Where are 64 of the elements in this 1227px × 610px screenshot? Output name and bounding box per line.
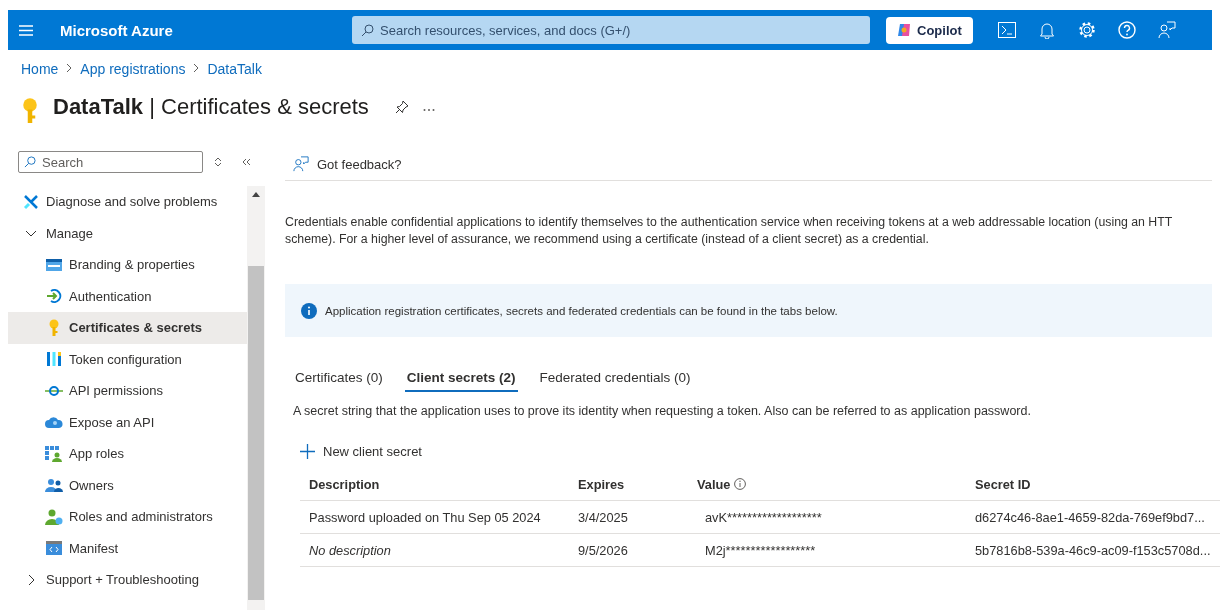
- scrollbar-thumb[interactable]: [248, 266, 264, 600]
- tab[interactable]: Certificates (0): [293, 364, 385, 392]
- sidebar-item[interactable]: API permissions: [8, 375, 247, 407]
- sidebar-item[interactable]: Authentication: [8, 280, 247, 312]
- code-file-icon: [46, 541, 62, 556]
- sidebar-item[interactable]: Branding & properties: [8, 249, 247, 281]
- people-icon: [45, 478, 63, 493]
- table-cell: d6274c46-8ae1-4659-82da-769ef9bd7...: [966, 501, 1220, 534]
- wrench-icon: [23, 193, 39, 210]
- sidebar-item[interactable]: Expose an API: [8, 406, 247, 438]
- feedback-icon: [293, 156, 309, 172]
- sidebar-item[interactable]: Owners: [8, 469, 247, 501]
- tab[interactable]: Federated credentials (0): [537, 364, 693, 392]
- info-icon: [301, 302, 317, 319]
- sidebar-item[interactable]: Manifest: [8, 532, 247, 564]
- sidebar-item[interactable]: Support + Troubleshooting: [8, 564, 247, 596]
- column-header: Expires: [578, 476, 625, 492]
- info-icon: [734, 478, 747, 490]
- grid-person-icon: [45, 445, 63, 462]
- column-header: Description: [309, 476, 380, 492]
- tab[interactable]: Client secrets (2): [404, 364, 518, 392]
- sidebar-item[interactable]: Roles and administrators: [8, 501, 247, 533]
- plug-icon: [45, 384, 63, 397]
- copilot-logo-icon: [897, 23, 912, 37]
- table-cell: Password uploaded on Thu Sep 05 2024: [300, 501, 569, 534]
- info-text: Application registration certificates, secrets and federated credentials can be found in the tabs below.: [325, 304, 838, 317]
- sign-in-icon: [46, 288, 62, 305]
- tab-description: A secret string that the application uses to prove its identity when requesting a token. Also can be referred to as application password.: [293, 404, 1032, 418]
- scroll-up-icon[interactable]: [252, 192, 260, 197]
- table-cell: No description: [300, 534, 569, 567]
- pin-icon[interactable]: [394, 100, 409, 114]
- feedback-button[interactable]: Got feedback?: [293, 156, 402, 172]
- breadcrumb-link[interactable]: Home: [21, 61, 59, 77]
- menu-icon[interactable]: [19, 24, 33, 36]
- sidebar-item[interactable]: Manage: [8, 217, 247, 249]
- sidebar-item[interactable]: Token configuration: [8, 343, 247, 375]
- key-icon: [21, 97, 39, 125]
- table-cell: M2j******************: [688, 534, 966, 567]
- page-title: DataTalk | Certificates & secrets: [53, 94, 369, 120]
- cloud-icon: [45, 416, 63, 429]
- sidebar-item[interactable]: Diagnose and solve problems: [8, 186, 247, 218]
- table-cell: 9/5/2026: [569, 534, 688, 567]
- copilot-button[interactable]: Copilot: [886, 16, 973, 44]
- new-client-secret-button[interactable]: New client secret: [300, 444, 422, 459]
- intro-text: Credentials enable confidential applications to identify themselves to the authentication service when receiving tokens at a web addressable location (using an HTT scheme). For a higher level of assurance, we recommend using a certificate (instead of a client secret) as a credential.: [285, 214, 1174, 248]
- column-header: Secret ID: [975, 476, 1031, 492]
- table-cell: 5b7816b8-539a-46c9-ac09-f153c5708d...: [966, 534, 1220, 567]
- sort-icon[interactable]: [214, 157, 222, 167]
- key-icon: [48, 318, 60, 337]
- bars-icon: [46, 351, 62, 368]
- column-header: Value: [697, 476, 731, 492]
- person-icon: [45, 508, 63, 525]
- table-cell: avK*******************: [688, 501, 966, 534]
- brand-name[interactable]: Microsoft Azure: [60, 21, 352, 39]
- table-cell: 3/4/2025: [569, 501, 688, 534]
- sidebar-item[interactable]: App roles: [8, 438, 247, 470]
- collapse-icon[interactable]: [242, 158, 251, 166]
- breadcrumb-link[interactable]: DataTalk: [207, 61, 262, 77]
- search-field[interactable]: Search resources, services, and docs (G+/): [352, 16, 870, 44]
- plus-icon: [300, 444, 315, 459]
- breadcrumb-link[interactable]: App registrations: [80, 61, 186, 77]
- search-field[interactable]: Search: [18, 151, 203, 173]
- sidebar-item[interactable]: Certificates & secrets: [8, 312, 247, 344]
- window-icon: [46, 257, 62, 272]
